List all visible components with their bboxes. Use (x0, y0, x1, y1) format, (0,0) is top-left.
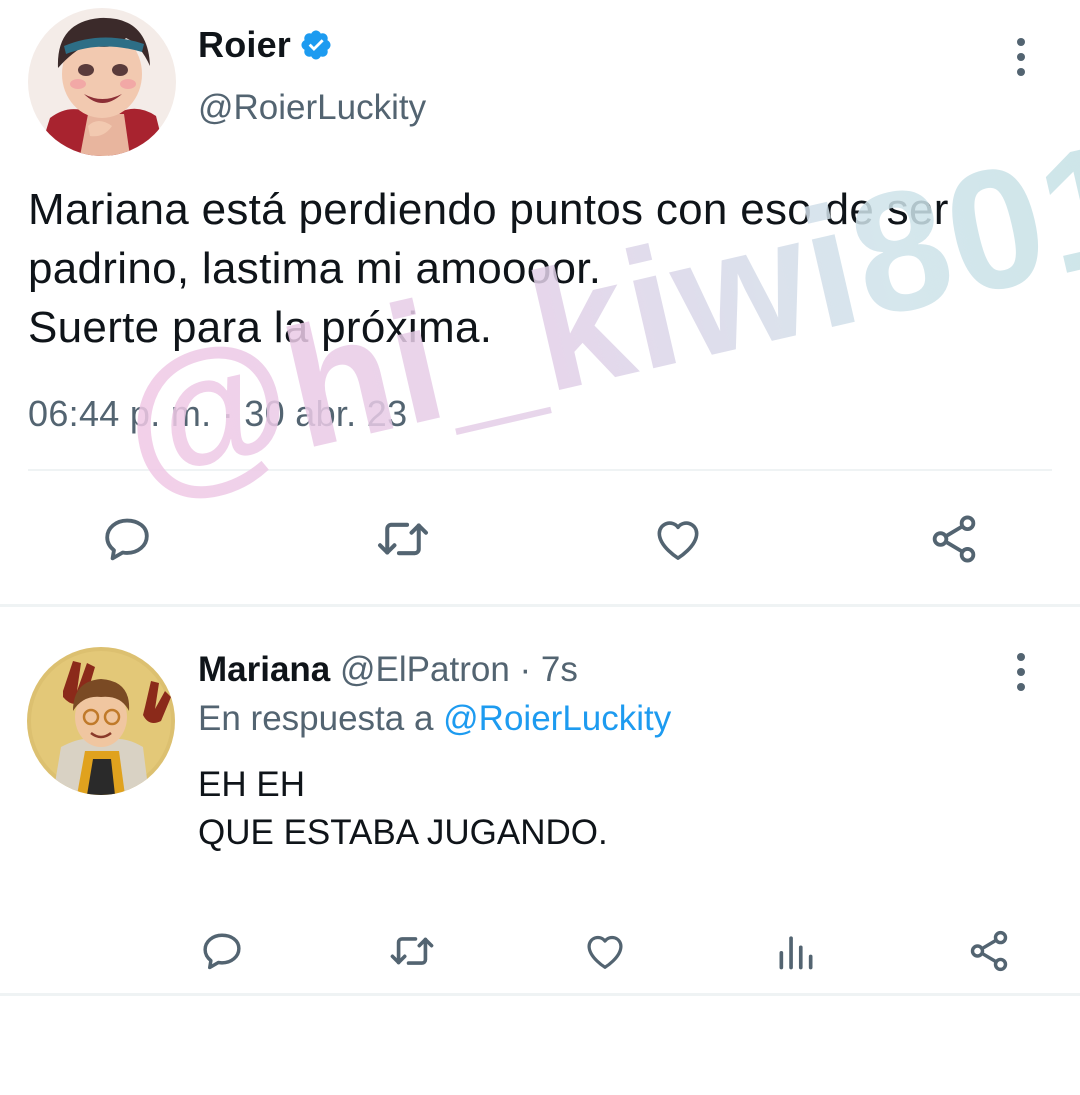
reply-author-name[interactable]: Mariana (198, 650, 330, 689)
tweet-detail-page: Roier @RoierLuckity Mariana está perdien… (0, 0, 1080, 1095)
reply-header: Mariana @ElPatron · 7s (198, 650, 578, 690)
reply-handle-text[interactable]: @ElPatron (340, 650, 510, 689)
divider (0, 604, 1080, 607)
like-icon[interactable] (581, 928, 629, 974)
divider (28, 469, 1052, 471)
reply-icon[interactable] (199, 928, 245, 974)
reply-author-handle[interactable]: @ElPatron (340, 650, 510, 689)
like-icon[interactable] (650, 512, 706, 566)
reply-context: En respuesta a @RoierLuckity (198, 699, 671, 739)
reply-age[interactable]: 7s (541, 650, 578, 689)
tweet-timestamp[interactable]: 06:44 p. m. · 30 abr. 23 (28, 393, 407, 435)
reply-text: EH EH QUE ESTABA JUGANDO. (198, 765, 608, 852)
reply-author-avatar[interactable] (27, 647, 175, 795)
reply-context-prefix: En respuesta a (198, 699, 444, 738)
views-icon[interactable] (774, 928, 818, 974)
retweet-icon[interactable] (372, 512, 434, 566)
tweet-text: Mariana está perdiendo puntos con eso de… (28, 185, 949, 352)
share-icon[interactable] (966, 928, 1012, 974)
divider (0, 993, 1080, 996)
share-icon[interactable] (926, 512, 982, 566)
reply-context-mention[interactable]: @RoierLuckity (443, 699, 671, 738)
author-name[interactable]: Roier (198, 24, 291, 66)
author-handle[interactable]: @RoierLuckity (198, 88, 426, 128)
avatar-illustration (28, 8, 176, 156)
author-avatar[interactable] (28, 8, 176, 156)
avatar-illustration (27, 647, 175, 795)
verified-badge-icon (301, 30, 331, 60)
more-vertical-icon[interactable] (1006, 33, 1036, 81)
reply-separator: · (509, 650, 541, 689)
reply-icon[interactable] (100, 512, 154, 566)
author-name-row[interactable]: Roier (198, 24, 333, 66)
retweet-icon[interactable] (386, 928, 438, 974)
more-vertical-icon[interactable] (1006, 648, 1036, 696)
